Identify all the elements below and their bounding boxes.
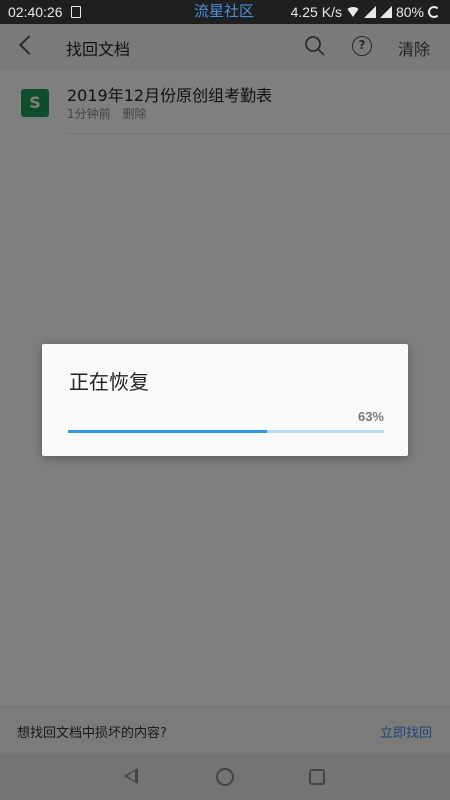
dialog-title: 正在恢复 [69,370,149,394]
wifi-icon [345,7,360,17]
progress-percent: 63% [357,409,384,424]
network-speed: 4.25 K/s [290,4,342,20]
watermark-text: 流星社区 [194,2,255,20]
signal-icon [363,6,376,18]
battery-icon [428,6,440,18]
notification-doc-icon [70,6,81,18]
status-right-group: 4.25 K/s 80% [291,0,440,24]
status-bar: 02:40:26 流星社区 4.25 K/s 80% [0,0,450,24]
progress-fill [68,430,268,433]
progress-dialog: 正在恢复 63% [42,344,408,456]
battery-percent: 80% [395,4,424,20]
progress-track [68,430,384,433]
signal-icon-2 [379,6,392,18]
status-time: 02:40:26 [8,4,63,20]
